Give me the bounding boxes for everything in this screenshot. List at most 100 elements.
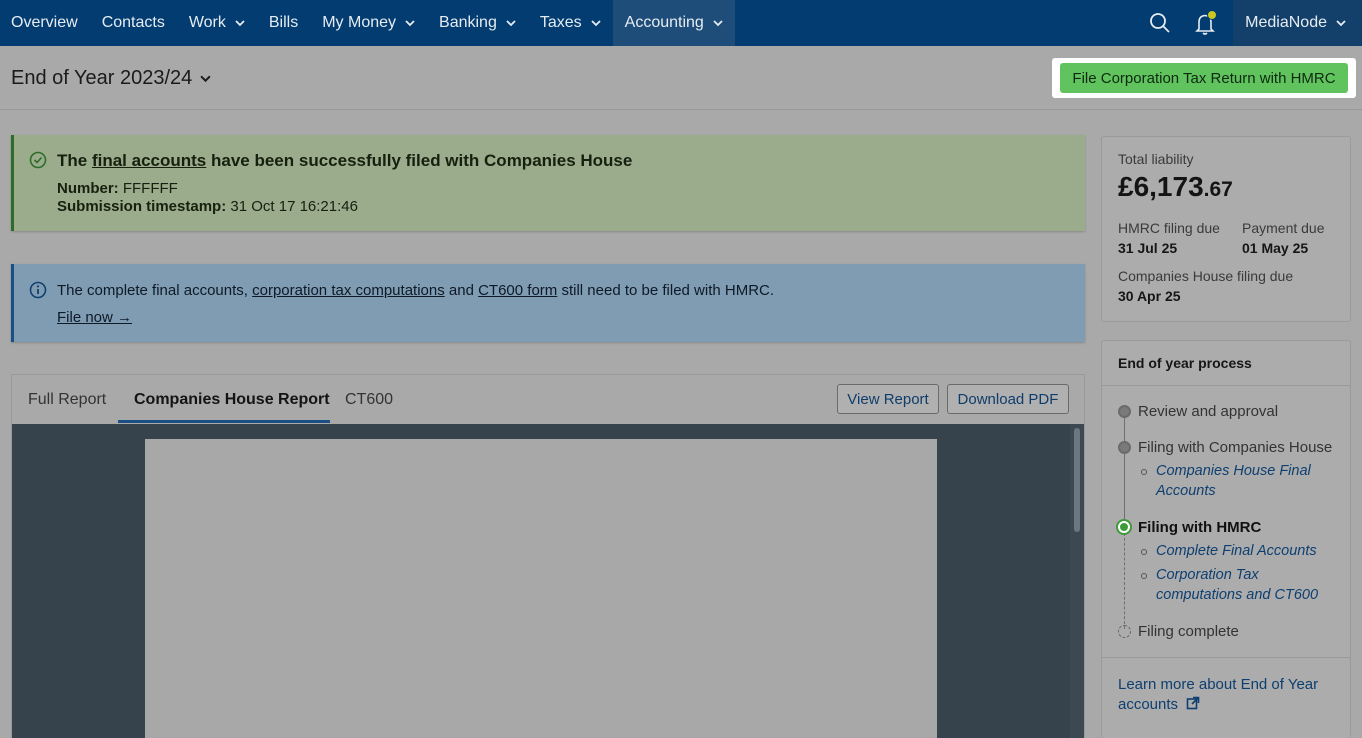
corporation-tax-ct600-link[interactable]: Corporation Tax computations and CT600: [1156, 565, 1341, 605]
tab-companies-house-report[interactable]: Companies House Report: [134, 391, 330, 409]
chevron-down-icon: [405, 20, 415, 27]
process-card: End of year process Review and approval …: [1101, 340, 1351, 738]
nav-bills[interactable]: Bills: [257, 0, 310, 46]
liability-card: Total liability £6,173.67 HMRC filing du…: [1101, 136, 1351, 322]
notifications-button[interactable]: [1183, 0, 1229, 46]
learn-more-text: Learn more about End of Year accounts: [1118, 676, 1319, 713]
final-accounts-link[interactable]: final accounts: [92, 151, 206, 170]
chevron-down-icon: [200, 75, 211, 83]
payment-due-label: Payment due: [1242, 220, 1325, 236]
info-text-part: The complete final accounts,: [57, 282, 253, 299]
hmrc-due-value: 31 Jul 25: [1118, 240, 1178, 256]
info-alert: The complete final accounts, corporation…: [11, 264, 1085, 342]
chevron-down-icon: [1336, 20, 1346, 27]
amount-main: £6,173: [1118, 171, 1204, 202]
viewer-scrollbar[interactable]: [1070, 424, 1084, 738]
search-button[interactable]: [1137, 0, 1183, 46]
active-tab-indicator: [118, 420, 330, 423]
external-link-icon: [1186, 696, 1200, 710]
report-tabs: Full Report Companies House Report CT600…: [12, 375, 1084, 424]
submission-timestamp: Submission timestamp: 31 Oct 17 16:21:46: [57, 198, 358, 215]
page-header: End of Year 2023/24 File Corporation Tax…: [0, 46, 1362, 110]
nav-taxes[interactable]: Taxes: [528, 0, 613, 46]
chevron-down-icon: [713, 20, 723, 27]
nav-my-money[interactable]: My Money: [310, 0, 427, 46]
success-title-text: The: [57, 151, 92, 170]
year-selector[interactable]: End of Year 2023/24: [11, 67, 211, 90]
file-corporation-tax-button[interactable]: File Corporation Tax Return with HMRC: [1060, 63, 1348, 93]
success-alert: The final accounts have been successfull…: [11, 135, 1085, 231]
nav-overview[interactable]: Overview: [0, 0, 90, 46]
file-button-highlight: File Corporation Tax Return with HMRC: [1052, 58, 1356, 98]
view-report-button[interactable]: View Report: [837, 384, 939, 414]
ct600-form-link[interactable]: CT600 form: [478, 282, 557, 299]
info-text: The complete final accounts, corporation…: [57, 282, 774, 299]
search-icon: [1150, 13, 1170, 33]
nav-right: MediaNode: [1137, 0, 1362, 46]
file-now-link[interactable]: File now →: [57, 309, 132, 326]
nav-work[interactable]: Work: [177, 0, 257, 46]
process-header: End of year process: [1102, 341, 1350, 386]
learn-more-link[interactable]: Learn more about End of Year accounts: [1118, 675, 1333, 715]
org-switcher[interactable]: MediaNode: [1233, 0, 1362, 46]
step-filing-complete: Filing complete: [1138, 623, 1239, 640]
divider: [1102, 657, 1350, 658]
pdf-page: [145, 439, 937, 738]
scrollbar-thumb[interactable]: [1074, 428, 1080, 532]
tab-ct600[interactable]: CT600: [345, 391, 393, 409]
corporation-tax-computations-link[interactable]: corporation tax computations: [252, 282, 445, 299]
nav-label: Taxes: [539, 14, 582, 31]
timestamp-label: Submission timestamp:: [57, 198, 227, 215]
nav-banking[interactable]: Banking: [427, 0, 528, 46]
nav-label: My Money: [322, 14, 397, 31]
amount-pence: .67: [1203, 178, 1233, 201]
timeline-line-pending: [1124, 533, 1125, 629]
info-text-part: still need to be filed with HMRC.: [557, 282, 775, 299]
success-title: The final accounts have been successfull…: [57, 151, 632, 171]
step-filing-hmrc: Filing with HMRC: [1138, 519, 1262, 536]
chevron-down-icon: [235, 20, 245, 27]
sub-bullet: [1141, 573, 1147, 579]
companies-house-due-value: 30 Apr 25: [1118, 288, 1181, 304]
step-filing-companies-house: Filing with Companies House: [1138, 439, 1333, 456]
nav-contacts[interactable]: Contacts: [90, 0, 177, 46]
companies-house-due-label: Companies House filing due: [1118, 268, 1294, 284]
check-circle-icon: [29, 151, 47, 169]
nav-accounting[interactable]: Accounting: [612, 0, 735, 46]
tab-full-report[interactable]: Full Report: [28, 391, 106, 409]
bell-icon: [1195, 10, 1218, 35]
number-label: Number:: [57, 180, 119, 197]
payment-due-value: 01 May 25: [1242, 240, 1309, 256]
nav-label: Banking: [439, 14, 497, 31]
info-text-part: and: [444, 282, 479, 299]
number-value: FFFFFF: [122, 180, 178, 197]
nav-label: Overview: [11, 14, 78, 31]
org-name: MediaNode: [1245, 14, 1327, 31]
process-title: End of year process: [1118, 355, 1252, 371]
nav-label: Contacts: [101, 14, 165, 31]
sub-bullet: [1141, 469, 1147, 475]
sub-bullet: [1141, 549, 1147, 555]
page-title: End of Year 2023/24: [11, 67, 193, 89]
timeline-line: [1124, 417, 1125, 527]
report-panel: Full Report Companies House Report CT600…: [11, 374, 1085, 738]
download-pdf-button[interactable]: Download PDF: [947, 384, 1069, 414]
submission-number: Number: FFFFFF: [57, 180, 178, 197]
total-liability-label: Total liability: [1118, 151, 1194, 167]
nav-label: Bills: [268, 14, 299, 31]
step-dot-done: [1118, 405, 1131, 418]
total-liability-amount: £6,173.67: [1118, 171, 1233, 203]
timestamp-value: 31 Oct 17 16:21:46: [230, 198, 358, 215]
nav-label: Accounting: [624, 14, 704, 31]
companies-house-final-accounts-link[interactable]: Companies House Final Accounts: [1156, 461, 1341, 501]
chevron-down-icon: [506, 20, 516, 27]
step-dot-current: [1118, 521, 1130, 533]
step-dot-pending: [1118, 625, 1131, 638]
complete-final-accounts-link[interactable]: Complete Final Accounts: [1156, 541, 1341, 561]
hmrc-due-label: HMRC filing due: [1118, 220, 1220, 236]
chevron-down-icon: [591, 20, 601, 27]
step-review-approval: Review and approval: [1138, 403, 1279, 420]
pdf-viewer[interactable]: [12, 424, 1070, 738]
success-title-text: have been successfully filed with Compan…: [206, 151, 633, 170]
nav-label: Work: [188, 14, 226, 31]
